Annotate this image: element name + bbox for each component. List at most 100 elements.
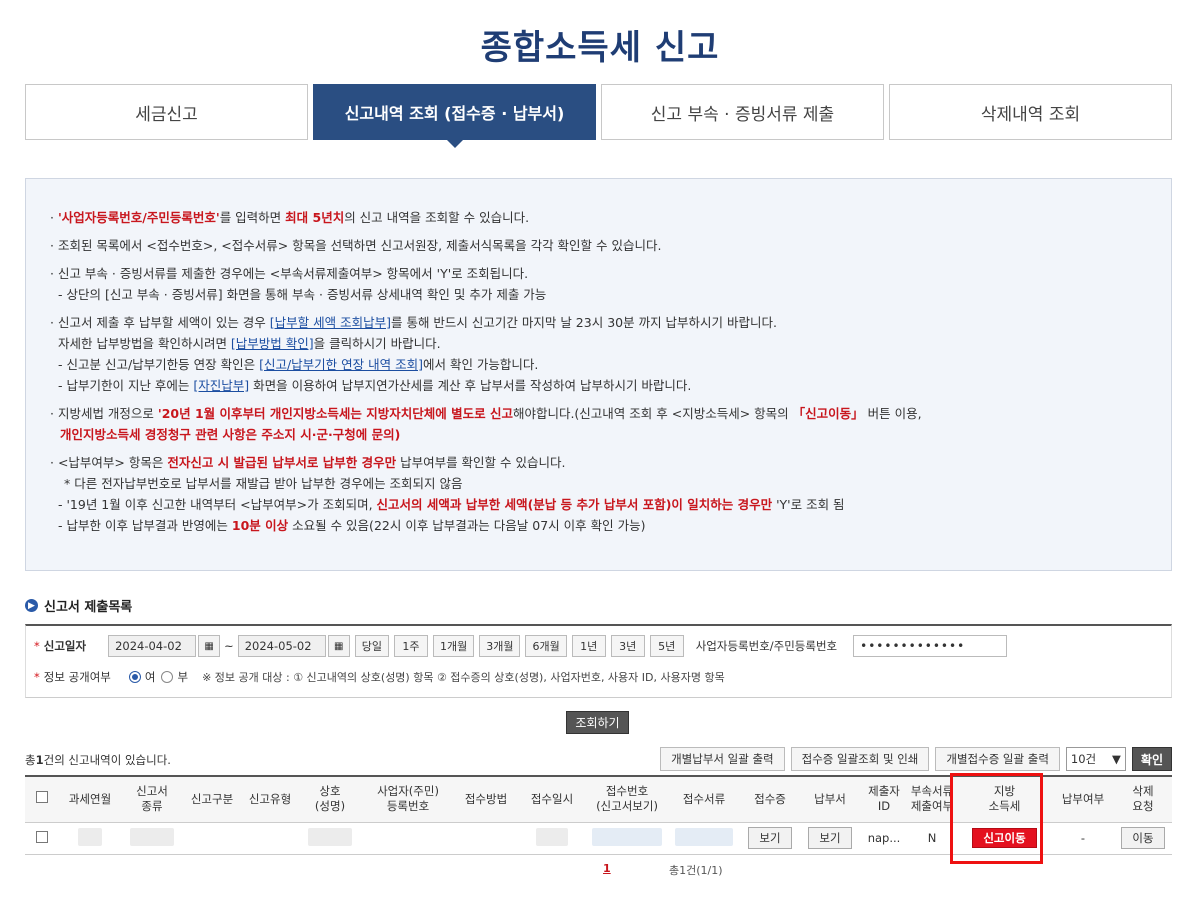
tab-label: 삭제내역 조회 <box>980 104 1081 125</box>
payment-cell: 보기 <box>799 822 861 855</box>
redacted-cell <box>59 822 121 855</box>
public-no-radio[interactable] <box>161 671 174 683</box>
column-header: 신고유형 <box>241 775 299 823</box>
link-pay-tax[interactable]: [납부할 세액 조회납부] <box>270 315 391 330</box>
date-to-input[interactable]: 2024-05-02 <box>237 635 326 657</box>
public-label: 정보 공개여부 <box>43 670 111 684</box>
receipt-docs-cell[interactable] <box>667 822 741 855</box>
chevron-down-icon: ▼ <box>1112 752 1121 766</box>
section-title-text: 신고서 제출목록 <box>44 600 133 615</box>
period-1week-button[interactable]: 1주 <box>393 635 428 657</box>
row-select-cell <box>25 822 59 855</box>
column-header: 접수증 <box>741 775 799 823</box>
receipt-view-button[interactable]: 보기 <box>748 827 792 849</box>
tab-bar: 세금신고 신고내역 조회 (접수증 · 납부서) 신고 부속 · 증빙서류 제출… <box>25 84 1172 148</box>
delete-request-cell: 이동 <box>1114 822 1172 855</box>
calendar-icon[interactable]: ▦ <box>198 635 221 657</box>
column-header: 납부서 <box>799 775 861 823</box>
column-header: 신고서 종류 <box>121 775 183 823</box>
page-number-current[interactable]: 1 <box>603 862 611 875</box>
public-row: * 정보 공개여부 여 부 ※ 정보 공개 대상 : ① 신고내역의 상호(성명… <box>34 669 725 685</box>
receipt-number-cell[interactable] <box>587 822 667 855</box>
redacted-cell <box>241 822 299 855</box>
submitter-id-cell: nap... <box>861 822 907 855</box>
column-header: 접수서류 <box>667 775 741 823</box>
tab-deleted-history[interactable]: 삭제내역 조회 <box>889 84 1172 140</box>
paid-status-cell: - <box>1052 822 1114 855</box>
notice-line: · 신고 부속 · 증빙서류를 제출한 경우에는 <부속서류제출여부> 항목에서… <box>50 266 529 281</box>
column-header: 제출자 ID <box>861 775 907 823</box>
public-yes-radio[interactable] <box>128 671 141 683</box>
column-header: 납부여부 <box>1052 775 1114 823</box>
select-all-header <box>25 775 59 823</box>
notice-line: - 납부기한이 지난 후에는 [자진납부] 화면을 이용하여 납부지연가산세를 … <box>58 378 692 393</box>
payment-view-button[interactable]: 보기 <box>808 827 852 849</box>
notice-line: - 상단의 [신고 부속 · 증빙서류] 화면을 통해 부속 · 증빙서류 상세… <box>58 287 547 302</box>
notice-line: - 신고분 신고/납부기한등 연장 확인은 [신고/납부기한 연장 내역 조회]… <box>58 357 539 372</box>
redacted-cell <box>517 822 587 855</box>
required-mark: * <box>34 639 40 653</box>
notice-line: · <납부여부> 항목은 전자신고 시 발급된 납부서로 납부한 경우만 납부여… <box>50 455 566 470</box>
redacted-cell <box>121 822 183 855</box>
column-header: 접수번호 (신고서보기) <box>587 775 667 823</box>
required-mark: * <box>34 670 40 684</box>
public-no-label: 부 <box>177 670 189 684</box>
page-title: 종합소득세 신고 <box>480 28 720 68</box>
notice-line: · 지방세법 개정으로 '20년 1월 이후부터 개인지방소득세는 지방자치단체… <box>50 406 922 421</box>
id-label: 사업자등록번호/주민등록번호 <box>695 639 838 653</box>
query-button[interactable]: 조회하기 <box>566 711 629 734</box>
result-count: 총1건의 신고내역이 있습니다. <box>25 753 171 767</box>
redacted-cell <box>455 822 517 855</box>
tab-label: 세금신고 <box>135 104 198 125</box>
link-self-pay[interactable]: [자진납부] <box>193 378 249 393</box>
period-5year-button[interactable]: 5년 <box>649 635 684 657</box>
tab-label: 신고 부속 · 증빙서류 제출 <box>650 104 835 125</box>
notice-line: · '사업자등록번호/주민등록번호'를 입력하면 최대 5년치의 신고 내역을 … <box>50 210 530 225</box>
confirm-button[interactable]: 확인 <box>1131 747 1172 771</box>
period-1month-button[interactable]: 1개월 <box>432 635 475 657</box>
move-button[interactable]: 이동 <box>1121 827 1165 849</box>
redacted-cell <box>299 822 361 855</box>
period-today-button[interactable]: 당일 <box>354 635 389 657</box>
date-row: * 신고일자 2024-04-02 ▦ ~ 2024-05-02 ▦ 당일 1주… <box>34 635 1008 657</box>
calendar-icon[interactable]: ▦ <box>327 635 350 657</box>
tab-label: 신고내역 조회 (접수증 · 납부서) <box>344 104 565 123</box>
id-number-input[interactable]: ••••••••••••• <box>853 635 1008 657</box>
link-pay-method[interactable]: [납부방법 확인] <box>231 336 314 351</box>
notice-line: - 납부한 이후 납부결과 반영에는 10분 이상 소요될 수 있음(22시 이… <box>58 518 646 533</box>
period-1year-button[interactable]: 1년 <box>571 635 606 657</box>
public-note: ※ 정보 공개 대상 : ① 신고내역의 상호(성명) 항목 ② 접수증의 상호… <box>202 671 725 684</box>
column-header: 신고구분 <box>183 775 241 823</box>
print-payment-slips-button[interactable]: 개별납부서 일괄 출력 <box>660 747 785 771</box>
public-yes-label: 여 <box>144 670 156 684</box>
period-6month-button[interactable]: 6개월 <box>525 635 567 657</box>
column-header: 삭제 요청 <box>1114 775 1172 823</box>
notice-line: · 신고서 제출 후 납부할 세액이 있는 경우 [납부할 세액 조회납부]를 … <box>50 315 777 330</box>
period-3year-button[interactable]: 3년 <box>610 635 645 657</box>
select-all-checkbox[interactable] <box>36 791 48 804</box>
receipt-cell: 보기 <box>741 822 799 855</box>
period-3month-button[interactable]: 3개월 <box>479 635 521 657</box>
notice-line: * 다른 전자납부번호로 납부서를 재발급 받아 납부한 경우에는 조회되지 않… <box>64 476 463 491</box>
column-header: 사업자(주민) 등록번호 <box>361 775 455 823</box>
column-header: 과세연월 <box>59 775 121 823</box>
date-separator: ~ <box>224 639 234 653</box>
date-from-input[interactable]: 2024-04-02 <box>108 635 197 657</box>
notice-line: 개인지방소득세 경정청구 관련 사항은 주소지 시·군·구청에 문의) <box>60 427 401 442</box>
notice-box: · '사업자등록번호/주민등록번호'를 입력하면 최대 5년치의 신고 내역을 … <box>25 178 1172 571</box>
page-size-select[interactable]: 10건 ▼ <box>1065 747 1126 771</box>
section-title: ▶ 신고서 제출목록 <box>25 596 132 615</box>
receipt-bulk-print-button[interactable]: 접수증 일괄조회 및 인쇄 <box>790 747 930 771</box>
date-label: 신고일자 <box>43 639 87 653</box>
link-extension-history[interactable]: [신고/납부기한 연장 내역 조회] <box>259 357 423 372</box>
notice-line: 자세한 납부방법을 확인하시려면 [납부방법 확인]을 클릭하시기 바랍니다. <box>58 336 441 351</box>
tab-attachment-submit[interactable]: 신고 부속 · 증빙서류 제출 <box>601 84 884 140</box>
tab-filing-history[interactable]: 신고내역 조회 (접수증 · 납부서) <box>313 84 596 148</box>
redacted-cell <box>183 822 241 855</box>
column-header: 접수방법 <box>455 775 517 823</box>
notice-line: · 조회된 목록에서 <접수번호>, <접수서류> 항목을 선택하면 신고서원장… <box>50 238 662 253</box>
row-checkbox[interactable] <box>36 830 48 843</box>
tab-tax-filing[interactable]: 세금신고 <box>25 84 308 140</box>
receipt-each-print-button[interactable]: 개별접수증 일괄 출력 <box>935 747 1060 771</box>
page-size-value: 10건 <box>1070 752 1097 766</box>
